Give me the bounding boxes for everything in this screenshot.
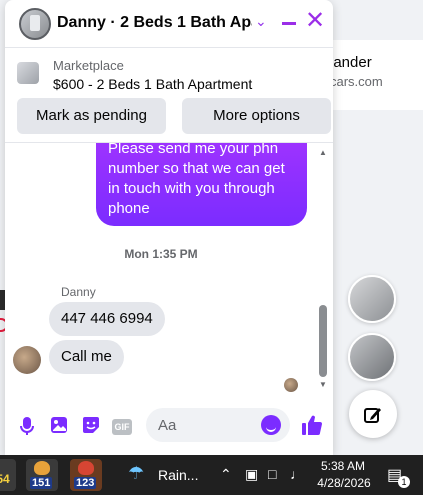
message-input[interactable]: Aa xyxy=(146,408,290,442)
chat-header: Danny · 2 Beds 1 Bath Apa... ⌄ ✕ xyxy=(5,0,333,48)
chevron-down-icon[interactable]: ⌄ xyxy=(255,13,267,30)
sticker-icon[interactable] xyxy=(81,416,101,436)
gif-icon[interactable]: GIF xyxy=(112,416,132,436)
camera-icon[interactable]: ▣ xyxy=(245,466,258,483)
background-site: cars.com xyxy=(330,74,383,89)
chat-head-listing-1[interactable] xyxy=(348,275,396,323)
taskbar-app-2-badge: 151 xyxy=(30,477,53,489)
taskbar-app-3-badge: 123 xyxy=(74,477,97,489)
gif-label: GIF xyxy=(112,419,132,435)
listing-info[interactable]: Marketplace $600 - 2 Beds 1 Bath Apartme… xyxy=(5,52,333,96)
mark-as-pending-button[interactable]: Mark as pending xyxy=(17,98,166,134)
taskbar-app-2[interactable]: 151 xyxy=(26,459,58,491)
clock-time[interactable]: 5:38 AM xyxy=(318,459,368,473)
message-input-placeholder: Aa xyxy=(158,417,177,434)
chat-window: Danny · 2 Beds 1 Bath Apa... ⌄ ✕ Marketp… xyxy=(5,0,333,455)
more-options-button[interactable]: More options xyxy=(182,98,331,134)
listing-title: $600 - 2 Beds 1 Bath Apartment xyxy=(53,76,253,92)
microphone-icon[interactable] xyxy=(17,416,37,436)
outgoing-message: Please send me your phn number so that w… xyxy=(96,143,307,226)
message-list[interactable]: Please send me your phn number so that w… xyxy=(5,142,333,392)
incoming-message: 447 446 6994 xyxy=(49,302,165,336)
volume-icon[interactable]: ♩ xyxy=(290,466,304,482)
chat-title[interactable]: Danny · 2 Beds 1 Bath Apa... xyxy=(57,14,252,32)
listing-category: Marketplace xyxy=(53,58,124,73)
taskbar-app-1[interactable]: 54 xyxy=(0,459,16,491)
app-face-icon xyxy=(34,461,50,475)
clock-date[interactable]: 4/28/2026 xyxy=(312,476,376,490)
taskbar-app-1-badge: 54 xyxy=(0,472,10,486)
new-message-button[interactable] xyxy=(349,390,397,438)
chat-avatar[interactable] xyxy=(19,8,51,40)
scrollbar-thumb[interactable] xyxy=(319,305,327,377)
sender-avatar[interactable] xyxy=(13,346,41,374)
sender-name: Danny xyxy=(61,285,96,299)
taskbar-app-3[interactable]: 123 xyxy=(70,459,102,491)
close-icon[interactable]: ✕ xyxy=(305,9,325,33)
like-icon[interactable] xyxy=(301,414,323,442)
minimize-icon[interactable] xyxy=(282,22,296,25)
taskbar: 54 151 123 ☂ Rain... ⌃ ▣ □ ♩ 5:38 AM 4/2… xyxy=(0,455,423,495)
tray-chevron-up-icon[interactable]: ⌃ xyxy=(220,466,232,483)
compose-icon xyxy=(364,407,381,423)
scroll-up-arrow[interactable]: ▲ xyxy=(319,148,327,157)
image-icon[interactable] xyxy=(49,416,69,436)
app-face-icon xyxy=(78,461,94,475)
message-timestamp: Mon 1:35 PM xyxy=(124,247,198,261)
weather-label[interactable]: Rain... xyxy=(158,467,198,483)
message-composer: GIF Aa xyxy=(5,400,333,452)
umbrella-icon[interactable]: ☂ xyxy=(128,463,144,484)
notification-badge: 1 xyxy=(398,476,410,488)
incoming-message: Call me xyxy=(49,340,124,374)
scroll-down-arrow[interactable]: ▼ xyxy=(319,380,327,389)
listing-thumbnail xyxy=(17,62,39,84)
emoji-icon[interactable] xyxy=(261,415,281,435)
chat-head-listing-2[interactable] xyxy=(348,333,396,381)
network-icon[interactable]: □ xyxy=(268,466,276,482)
background-name[interactable]: lander xyxy=(330,54,372,71)
seen-indicator-avatar xyxy=(284,378,298,392)
